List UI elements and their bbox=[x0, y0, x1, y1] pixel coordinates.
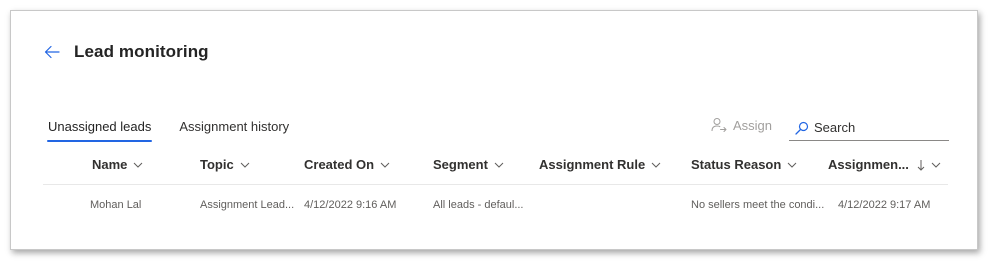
chevron-down-icon bbox=[931, 162, 941, 168]
cell-created-on: 4/12/2022 9:16 AM bbox=[304, 199, 397, 211]
assign-button[interactable]: Assign bbox=[711, 117, 772, 133]
chevron-down-icon bbox=[134, 162, 143, 168]
lead-monitoring-panel: Lead monitoring Unassigned leads Assignm… bbox=[10, 10, 978, 250]
column-header-label: Assignmen... bbox=[828, 157, 909, 172]
column-header-label: Name bbox=[92, 157, 128, 172]
column-header-assignment-date[interactable]: Assignmen... bbox=[828, 157, 941, 172]
search-input[interactable] bbox=[814, 120, 934, 135]
assign-label: Assign bbox=[733, 117, 773, 133]
column-header-name[interactable]: Name bbox=[92, 157, 143, 172]
chevron-down-icon bbox=[494, 162, 504, 168]
column-header-assignment-rule[interactable]: Assignment Rule bbox=[539, 157, 661, 172]
grid-header-row: Name Topic Created On Segment Assignment… bbox=[43, 147, 948, 185]
cell-status-reason: No sellers meet the condi... bbox=[691, 199, 825, 211]
back-arrow-icon bbox=[44, 45, 60, 59]
search-icon bbox=[795, 121, 809, 135]
chevron-down-icon bbox=[787, 162, 797, 168]
page-title: Lead monitoring bbox=[74, 42, 209, 61]
table-row[interactable]: Mohan Lal Assignment Lead... 4/12/2022 9… bbox=[43, 185, 948, 225]
column-header-segment[interactable]: Segment bbox=[433, 157, 504, 172]
grid-toolbar: Assign bbox=[711, 117, 949, 141]
column-header-label: Topic bbox=[200, 157, 234, 172]
column-header-label: Assignment Rule bbox=[539, 157, 646, 172]
chevron-down-icon bbox=[651, 162, 661, 168]
leads-grid: Name Topic Created On Segment Assignment… bbox=[43, 147, 948, 225]
column-header-created-on[interactable]: Created On bbox=[304, 157, 390, 172]
tab-unassigned-leads[interactable]: Unassigned leads bbox=[47, 118, 153, 142]
column-header-topic[interactable]: Topic bbox=[200, 157, 250, 172]
column-header-status-reason[interactable]: Status Reason bbox=[691, 157, 797, 172]
cell-segment: All leads - defaul... bbox=[433, 199, 524, 211]
tab-list: Unassigned leads Assignment history bbox=[47, 118, 316, 142]
assign-person-icon bbox=[711, 118, 727, 132]
cell-assignment-date: 4/12/2022 9:17 AM bbox=[838, 199, 931, 211]
tab-assignment-history[interactable]: Assignment history bbox=[178, 118, 290, 142]
cell-name[interactable]: Mohan Lal bbox=[90, 199, 141, 211]
column-header-label: Created On bbox=[304, 157, 375, 172]
chevron-down-icon bbox=[380, 162, 390, 168]
chevron-down-icon bbox=[240, 162, 250, 168]
back-button[interactable] bbox=[43, 43, 61, 61]
search-box[interactable] bbox=[789, 115, 949, 141]
sort-descending-icon bbox=[917, 159, 925, 171]
column-header-label: Segment bbox=[433, 157, 488, 172]
column-header-label: Status Reason bbox=[691, 157, 782, 172]
cell-topic: Assignment Lead... bbox=[200, 199, 295, 211]
page-header: Lead monitoring bbox=[43, 42, 209, 62]
